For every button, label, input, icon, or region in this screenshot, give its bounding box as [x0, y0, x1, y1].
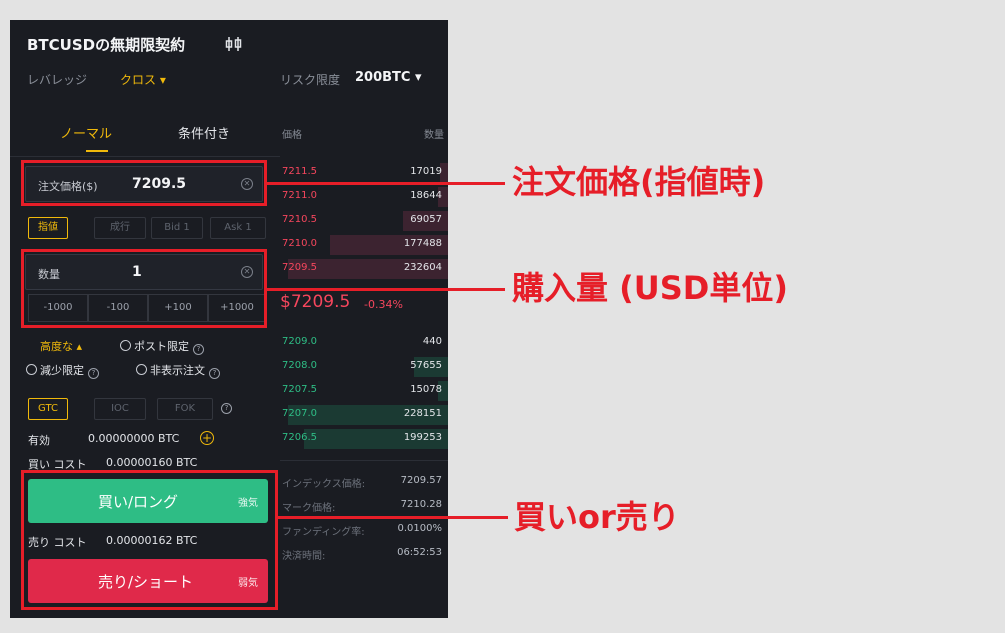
orderbook-row[interactable]: 7207.0 228151 — [280, 403, 448, 427]
index-price-label: インデックス価格: — [282, 479, 366, 490]
tif-fok[interactable]: FOK — [157, 398, 213, 420]
price-connector-line — [267, 182, 505, 185]
radio-icon — [120, 340, 131, 351]
contract-title: BTCUSDの無期限契約 — [27, 36, 186, 54]
help-icon[interactable]: ? — [221, 403, 232, 414]
orderbook-row[interactable]: 7210.0 177488 — [280, 233, 448, 257]
bid1-button[interactable]: Bid 1 — [151, 217, 203, 239]
orderbook-amount: 199253 — [403, 432, 442, 443]
orderbook-row[interactable]: 7206.5 199253 — [280, 427, 448, 451]
price-highlight-box — [21, 160, 267, 206]
quantity-annotation: 購入量 (USD単位) — [512, 269, 788, 307]
orderbook-amount: 18644 — [410, 190, 442, 201]
available-value: 0.00000000 BTC — [88, 432, 180, 445]
divider — [280, 460, 448, 461]
buysell-highlight-box — [21, 470, 278, 610]
orderbook-price: 7211.5 — [282, 166, 317, 177]
help-icon[interactable]: ? — [209, 368, 220, 379]
leverage-mode-value: クロス — [120, 73, 157, 87]
orderbook-row[interactable]: 7208.0 57655 — [280, 355, 448, 379]
help-icon[interactable]: ? — [88, 368, 99, 379]
post-only-option[interactable]: ポスト限定? — [120, 338, 204, 355]
price-change: -0.34% — [364, 298, 403, 311]
orderbook-row[interactable]: 7209.5 232604 — [280, 257, 448, 281]
buy-cost-value: 0.00000160 BTC — [106, 456, 198, 469]
risk-limit-label: リスク限度 — [280, 73, 341, 87]
candlestick-chart-icon[interactable] — [224, 36, 244, 52]
price-annotation: 注文価格(指値時) — [512, 163, 766, 201]
orderbook-row[interactable]: 7207.5 15078 — [280, 379, 448, 403]
mark-price-label: マーク価格: — [282, 503, 336, 514]
order-type-limit[interactable]: 指値 — [28, 217, 68, 239]
order-type-market[interactable]: 成行 — [94, 217, 146, 239]
orderbook-price: 7210.0 — [282, 238, 317, 249]
orderbook-price: 7211.0 — [282, 190, 317, 201]
index-price-value: 7209.57 — [400, 475, 442, 486]
orderbook-price: 7207.5 — [282, 384, 317, 395]
orderbook-price-header: 価格 — [282, 130, 302, 141]
settlement-time-value: 06:52:53 — [397, 547, 442, 558]
available-label: 有効 — [28, 434, 50, 447]
help-icon[interactable]: ? — [193, 344, 204, 355]
caret-up-icon: ▴ — [73, 340, 83, 353]
orderbook-row[interactable]: 7210.5 69057 — [280, 209, 448, 233]
ask1-button[interactable]: Ask 1 — [210, 217, 266, 239]
add-funds-icon[interactable]: + — [200, 431, 214, 445]
orderbook-row[interactable]: 7209.0 440 — [280, 331, 448, 355]
tif-ioc[interactable]: IOC — [94, 398, 146, 420]
buysell-connector-line — [278, 516, 508, 519]
leverage-label: レバレッジ — [27, 73, 88, 87]
orderbook-price: 7210.5 — [282, 214, 317, 225]
orderbook-amount-header: 数量 — [424, 130, 444, 141]
orderbook-price: 7207.0 — [282, 408, 317, 419]
orderbook-amount: 232604 — [403, 262, 442, 273]
buysell-annotation: 買いor売り — [514, 498, 680, 536]
orderbook-amount: 15078 — [410, 384, 442, 395]
orderbook-price: 7209.5 — [282, 262, 317, 273]
active-tab-indicator — [86, 150, 108, 152]
tab-conditional[interactable]: 条件付き — [178, 123, 230, 142]
reduce-only-label: 減少限定 — [40, 364, 84, 377]
advanced-label: 高度な — [40, 340, 73, 353]
post-only-label: ポスト限定 — [134, 340, 189, 353]
last-price: $7209.5 — [280, 292, 351, 312]
advanced-toggle[interactable]: 高度な ▴ — [40, 338, 82, 354]
orderbook-row[interactable]: 7211.0 18644 — [280, 185, 448, 209]
quantity-highlight-box — [21, 249, 267, 328]
orderbook-price: 7208.0 — [282, 360, 317, 371]
funding-rate-label: ファンディング率: — [282, 527, 365, 538]
hidden-order-option[interactable]: 非表示注文? — [136, 362, 220, 379]
settlement-time-label: 決済時間: — [282, 551, 326, 562]
radio-icon — [136, 364, 147, 375]
reduce-only-option[interactable]: 減少限定? — [26, 362, 99, 379]
caret-down-icon: ▾ — [156, 73, 166, 87]
radio-icon — [26, 364, 37, 375]
orderbook-price: 7209.0 — [282, 336, 317, 347]
orderbook-price: 7206.5 — [282, 432, 317, 443]
quantity-connector-line — [267, 288, 505, 291]
orderbook-amount: 440 — [422, 336, 442, 347]
orderbook-amount: 69057 — [410, 214, 442, 225]
hidden-order-label: 非表示注文 — [150, 364, 205, 377]
divider — [10, 156, 280, 157]
orderbook-amount: 177488 — [403, 238, 442, 249]
leverage-mode-dropdown[interactable]: クロス ▾ — [120, 71, 166, 88]
tab-normal[interactable]: ノーマル — [60, 123, 112, 142]
mark-price-value: 7210.28 — [400, 499, 442, 510]
caret-down-icon: ▾ — [410, 70, 422, 85]
risk-limit-dropdown[interactable]: 200BTC ▾ — [355, 70, 422, 85]
risk-limit-value: 200BTC — [355, 70, 411, 85]
orderbook-amount: 17019 — [410, 166, 442, 177]
orderbook-amount: 228151 — [403, 408, 442, 419]
tif-gtc[interactable]: GTC — [28, 398, 68, 420]
orderbook-amount: 57655 — [410, 360, 442, 371]
funding-rate-value: 0.0100% — [397, 523, 443, 534]
